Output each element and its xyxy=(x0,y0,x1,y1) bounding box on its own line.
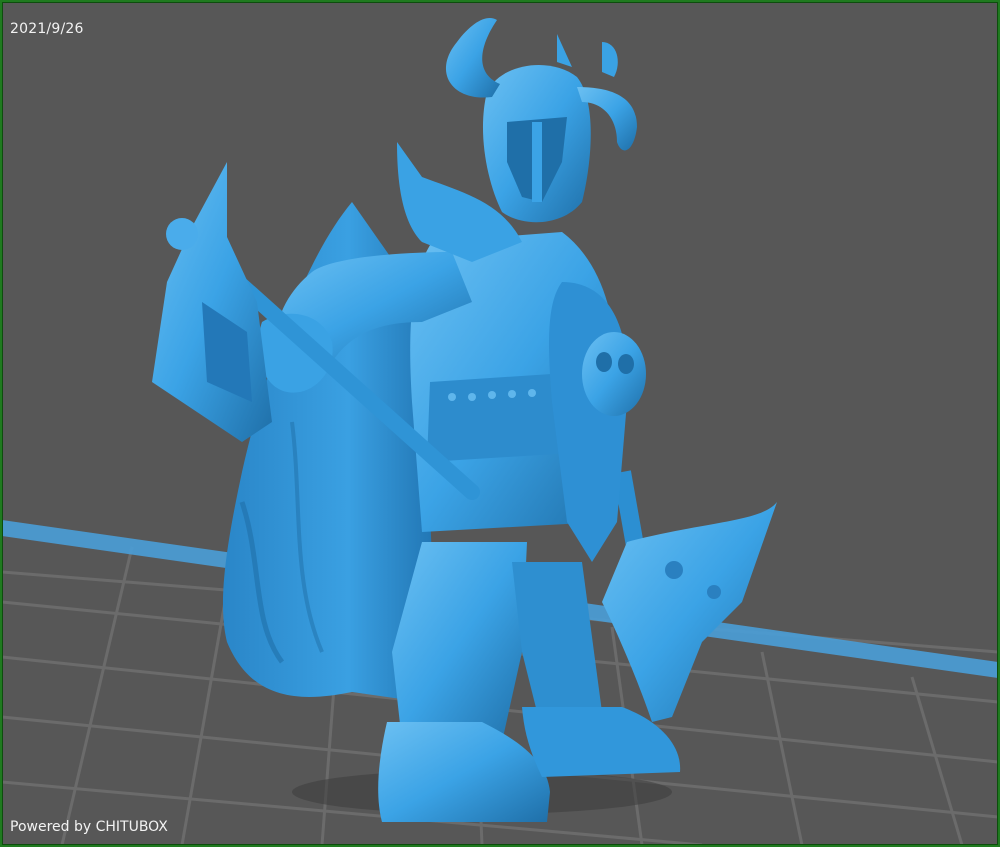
date-stamp: 2021/9/26 xyxy=(10,21,84,37)
model-right-axe xyxy=(602,470,777,722)
powered-by-watermark: Powered by CHITUBOX xyxy=(10,819,168,835)
model-right-leg xyxy=(512,562,602,732)
knight-model xyxy=(152,18,777,822)
model-left-boot xyxy=(378,722,550,822)
3d-viewport[interactable]: 2021/9/26 Powered by CHITUBOX xyxy=(2,2,998,845)
model-left-horn xyxy=(445,18,500,98)
model-helmet xyxy=(445,18,637,223)
model-skull xyxy=(582,332,646,416)
scene-canvas[interactable] xyxy=(2,2,998,845)
